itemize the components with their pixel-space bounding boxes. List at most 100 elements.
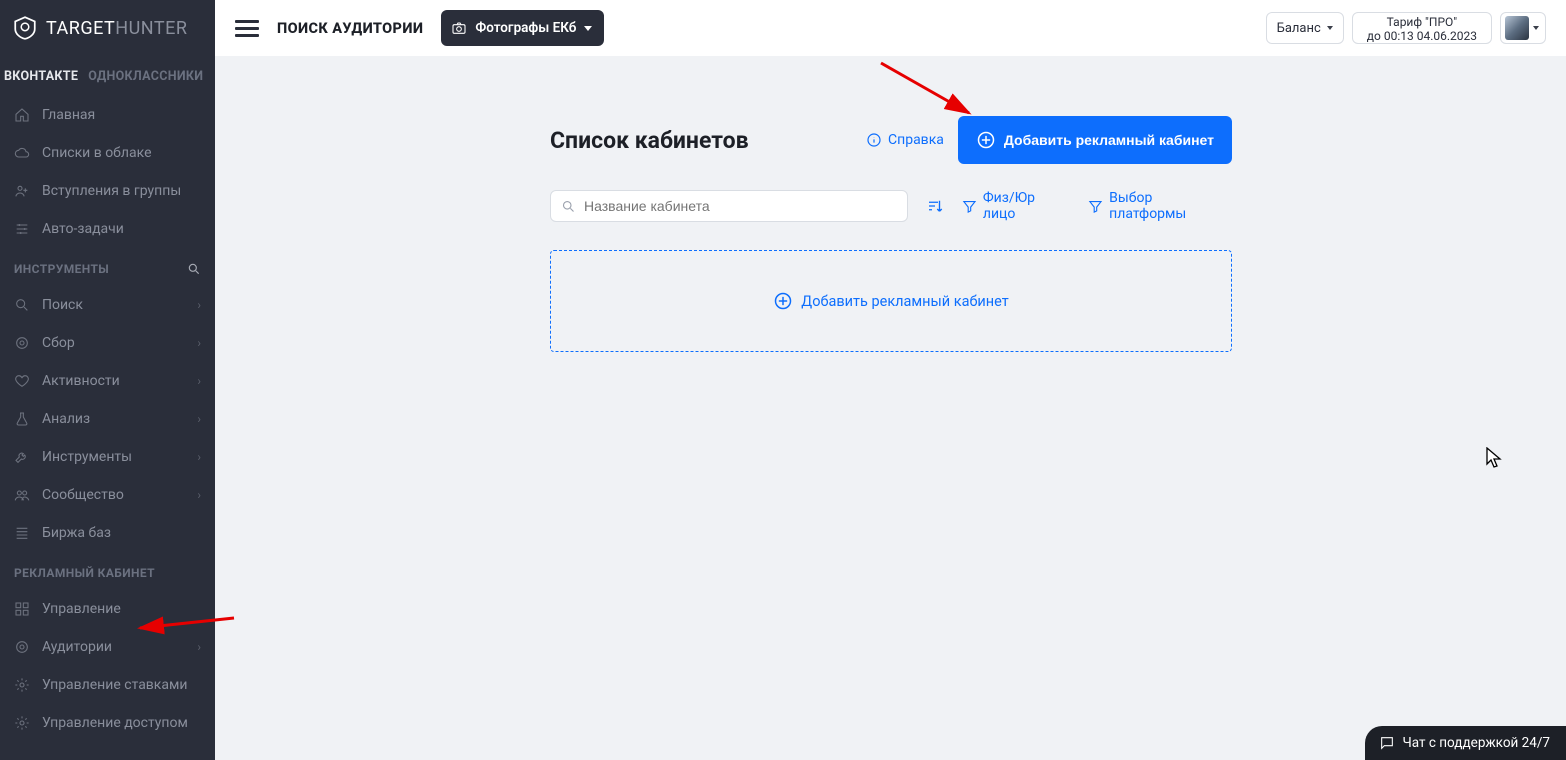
social-tabs: ВКОНТАКТЕ ОДНОКЛАССНИКИ xyxy=(0,56,215,96)
chevron-right-icon: › xyxy=(197,488,201,502)
nav-search[interactable]: Поиск › xyxy=(0,286,215,324)
help-link[interactable]: Справка xyxy=(866,132,944,148)
chat-label: Чат с поддержкой 24/7 xyxy=(1403,735,1551,751)
caret-down-icon xyxy=(1533,26,1539,30)
section-label: ИНСТРУМЕНТЫ xyxy=(14,262,109,276)
nav-label: Вступления в группы xyxy=(42,183,181,199)
chevron-right-icon: › xyxy=(197,374,201,388)
chevron-right-icon: › xyxy=(197,298,201,312)
nav-label: Сообщество xyxy=(42,487,124,503)
menu-toggle-button[interactable] xyxy=(235,16,259,40)
chevron-right-icon: › xyxy=(197,336,201,350)
sort-button[interactable] xyxy=(926,197,944,215)
nav-tools-item[interactable]: Инструменты › xyxy=(0,438,215,476)
add-button-label: Добавить рекламный кабинет xyxy=(1004,132,1214,148)
filter-label: Выбор платформы xyxy=(1109,190,1232,222)
nav-audiences[interactable]: Аудитории › xyxy=(0,628,215,666)
nav-label: Инструменты xyxy=(42,449,132,465)
logo[interactable]: TARGETHUNTER xyxy=(0,0,215,56)
filter-person-type[interactable]: Физ/Юр лицо xyxy=(962,190,1070,222)
target-icon xyxy=(14,639,30,655)
users-plus-icon xyxy=(14,183,30,199)
user-menu[interactable] xyxy=(1500,12,1546,44)
sidebar: TARGETHUNTER ВКОНТАКТЕ ОДНОКЛАССНИКИ Гла… xyxy=(0,0,215,760)
gear-icon xyxy=(14,677,30,693)
funnel-icon xyxy=(1088,199,1103,214)
nav-database-market[interactable]: Биржа баз xyxy=(0,514,215,552)
nav-label: Активности xyxy=(42,373,120,389)
section-ads-cabinet: РЕКЛАМНЫЙ КАБИНЕТ xyxy=(0,552,215,590)
nav-analysis[interactable]: Анализ › xyxy=(0,400,215,438)
cloud-icon xyxy=(14,145,30,161)
header: ПОИСК АУДИТОРИИ Фотографы ЕКб Баланс Тар… xyxy=(215,0,1566,56)
chevron-right-icon: › xyxy=(197,640,201,654)
nav-label: Авто-задачи xyxy=(42,221,124,237)
balance-label: Баланс xyxy=(1277,21,1321,36)
nav-group-joins[interactable]: Вступления в группы xyxy=(0,172,215,210)
nav-management[interactable]: Управление xyxy=(0,590,215,628)
flask-icon xyxy=(14,411,30,427)
cabinet-search-input[interactable] xyxy=(584,198,897,214)
project-selector[interactable]: Фотографы ЕКб xyxy=(441,10,604,46)
home-icon xyxy=(14,107,30,123)
nav-label: Поиск xyxy=(42,297,83,313)
search-field[interactable] xyxy=(550,190,908,222)
tariff-info[interactable]: Тариф "ПРО" до 00:13 04.06.2023 xyxy=(1352,12,1492,44)
nav-label: Аудитории xyxy=(42,639,112,655)
filters-row: Физ/Юр лицо Выбор платформы xyxy=(550,190,1232,222)
sliders-icon xyxy=(14,221,30,237)
nav-label: Управление доступом xyxy=(42,715,188,731)
search-icon[interactable] xyxy=(187,262,201,276)
filter-platform[interactable]: Выбор платформы xyxy=(1088,190,1232,222)
users-icon xyxy=(14,487,30,503)
add-cabinet-button[interactable]: Добавить рекламный кабинет xyxy=(958,116,1232,164)
tariff-expiry: до 00:13 04.06.2023 xyxy=(1367,29,1477,43)
avatar xyxy=(1505,16,1529,40)
grid-icon xyxy=(14,601,30,617)
filter-label: Физ/Юр лицо xyxy=(983,190,1070,222)
balance-button[interactable]: Баланс xyxy=(1266,12,1344,44)
search-icon xyxy=(14,297,30,313)
section-label: РЕКЛАМНЫЙ КАБИНЕТ xyxy=(14,566,155,580)
nav-label: Управление ставками xyxy=(42,677,187,693)
add-cabinet-dropzone[interactable]: Добавить рекламный кабинет xyxy=(550,250,1232,352)
nav-label: Биржа баз xyxy=(42,525,111,541)
gear-icon xyxy=(14,715,30,731)
tab-odnoklassniki[interactable]: ОДНОКЛАССНИКИ xyxy=(88,69,203,84)
nav-access-management[interactable]: Управление доступом xyxy=(0,704,215,742)
project-name: Фотографы ЕКб xyxy=(475,20,576,36)
nav-home[interactable]: Главная xyxy=(0,96,215,134)
chevron-right-icon: › xyxy=(197,412,201,426)
nav-label: Управление xyxy=(42,601,121,617)
logo-text: TARGETHUNTER xyxy=(46,18,187,39)
dropzone-label: Добавить рекламный кабинет xyxy=(801,293,1008,310)
info-icon xyxy=(866,132,882,148)
nav-label: Анализ xyxy=(42,411,90,427)
help-label: Справка xyxy=(888,132,944,148)
funnel-icon xyxy=(962,199,977,214)
main: Список кабинетов Справка Добавить реклам… xyxy=(215,56,1566,760)
search-icon xyxy=(561,199,576,214)
wrench-icon xyxy=(14,449,30,465)
nav-auto-tasks[interactable]: Авто-задачи xyxy=(0,210,215,248)
support-chat-widget[interactable]: Чат с поддержкой 24/7 xyxy=(1365,726,1566,760)
nav-cloud-lists[interactable]: Списки в облаке xyxy=(0,134,215,172)
camera-icon xyxy=(451,20,467,36)
tariff-name: Тариф "ПРО" xyxy=(1367,15,1477,29)
chevron-right-icon: › xyxy=(197,450,201,464)
plus-circle-icon xyxy=(976,130,996,150)
nav-bid-management[interactable]: Управление ставками xyxy=(0,666,215,704)
nav-activities[interactable]: Активности › xyxy=(0,362,215,400)
nav-label: Главная xyxy=(42,107,95,123)
nav-collect[interactable]: Сбор › xyxy=(0,324,215,362)
page-title: ПОИСК АУДИТОРИИ xyxy=(277,20,423,37)
tab-vkontakte[interactable]: ВКОНТАКТЕ xyxy=(4,69,78,84)
logo-icon xyxy=(12,15,38,41)
nav-label: Списки в облаке xyxy=(42,145,152,161)
chat-icon xyxy=(1379,735,1395,751)
section-tools: ИНСТРУМЕНТЫ xyxy=(0,248,215,286)
target-icon xyxy=(14,335,30,351)
sort-icon xyxy=(926,197,944,215)
nav-community[interactable]: Сообщество › xyxy=(0,476,215,514)
caret-down-icon xyxy=(584,26,592,31)
